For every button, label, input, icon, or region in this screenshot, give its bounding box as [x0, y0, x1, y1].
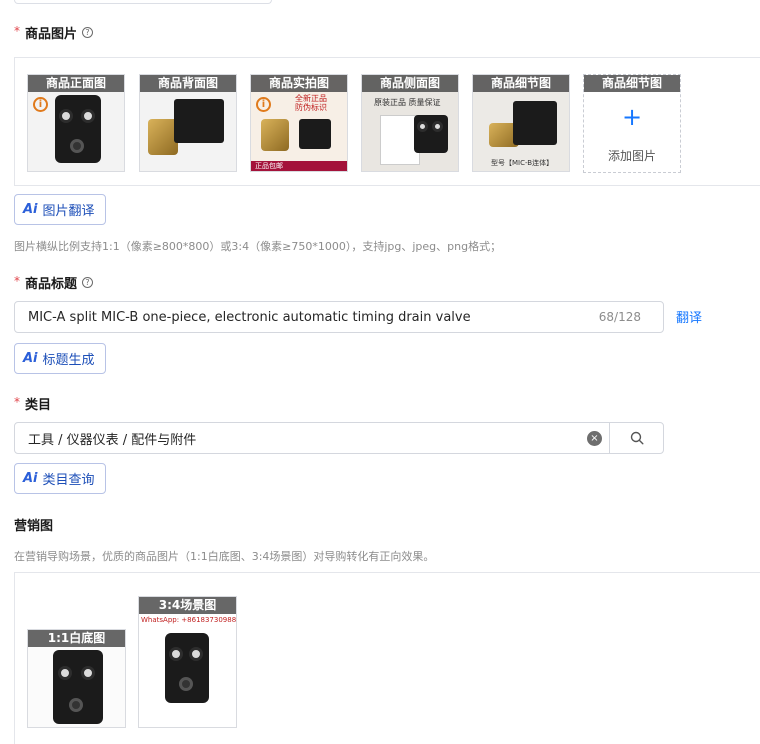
title-label: * 商品标题 ?: [14, 273, 94, 292]
thumb-front[interactable]: 商品正面图 i: [27, 74, 125, 172]
image-translate-button[interactable]: Ai 图片翻译: [14, 194, 106, 225]
product-photo: [174, 99, 224, 143]
product-images-panel: 商品正面图 i 商品背面图 商品实拍图 i 全新正品 防伪标识 正品包邮 商品侧…: [14, 57, 760, 186]
marketing-hint: 在营销导购场景，优质的商品图片（1:1白底图、3:4场景图）对导购转化有正向效果…: [14, 550, 435, 563]
thumb-back[interactable]: 商品背面图: [139, 74, 237, 172]
help-icon[interactable]: ?: [82, 27, 94, 38]
title-input[interactable]: MIC-A split MIC-B one-piece, electronic …: [14, 301, 664, 333]
translate-link[interactable]: 翻译: [676, 307, 702, 326]
marketing-images-panel: 1:1白底图 3:4场景图 WhatsApp: +8618373098865: [14, 572, 760, 744]
ai-icon: Ai: [23, 351, 38, 366]
product-photo: [299, 119, 331, 149]
product-photo: [513, 101, 557, 145]
clear-icon[interactable]: ×: [587, 431, 602, 446]
thumb-white-bg[interactable]: 1:1白底图: [27, 629, 126, 728]
thumb-scene[interactable]: 3:4场景图 WhatsApp: +8618373098865: [138, 596, 237, 728]
thumb-real-shot[interactable]: 商品实拍图 i 全新正品 防伪标识 正品包邮: [250, 74, 348, 172]
product-photo: [414, 115, 448, 153]
thumb-side[interactable]: 商品侧面图 原装正品 质量保证: [361, 74, 459, 172]
product-images-label: * 商品图片 ?: [14, 23, 94, 42]
previous-field-bottom: [14, 0, 272, 4]
brass-valve: [261, 119, 289, 151]
image-format-hint: 图片横纵比例支持1:1（像素≥800*800）或3:4（像素≥750*1000）…: [14, 240, 502, 253]
thumb-detail[interactable]: 商品细节图 型号【MIC-B连体】: [472, 74, 570, 172]
search-icon: [630, 431, 644, 445]
warning-info-icon[interactable]: i: [256, 97, 271, 112]
char-counter: 68/128: [598, 310, 641, 324]
add-image-slot[interactable]: 商品细节图 + 添加图片: [583, 74, 681, 173]
product-photo: [55, 95, 101, 163]
search-button[interactable]: [609, 422, 664, 454]
product-photo: [53, 650, 103, 724]
ai-icon: Ai: [23, 202, 38, 217]
title-generate-button[interactable]: Ai 标题生成: [14, 343, 106, 374]
product-photo: [165, 633, 209, 703]
help-icon[interactable]: ?: [82, 277, 94, 288]
category-query-button[interactable]: Ai 类目查询: [14, 463, 106, 494]
promo-banner: 正品包邮: [251, 161, 347, 171]
ai-icon: Ai: [23, 471, 38, 486]
category-input[interactable]: 工具 / 仪器仪表 / 配件与附件 ×: [14, 422, 664, 454]
plus-icon[interactable]: +: [584, 105, 680, 129]
marketing-label: 营销图: [14, 519, 54, 534]
warning-info-icon[interactable]: i: [33, 97, 48, 112]
category-label: * 类目: [14, 394, 52, 414]
add-image-label: 添加图片: [607, 149, 656, 163]
